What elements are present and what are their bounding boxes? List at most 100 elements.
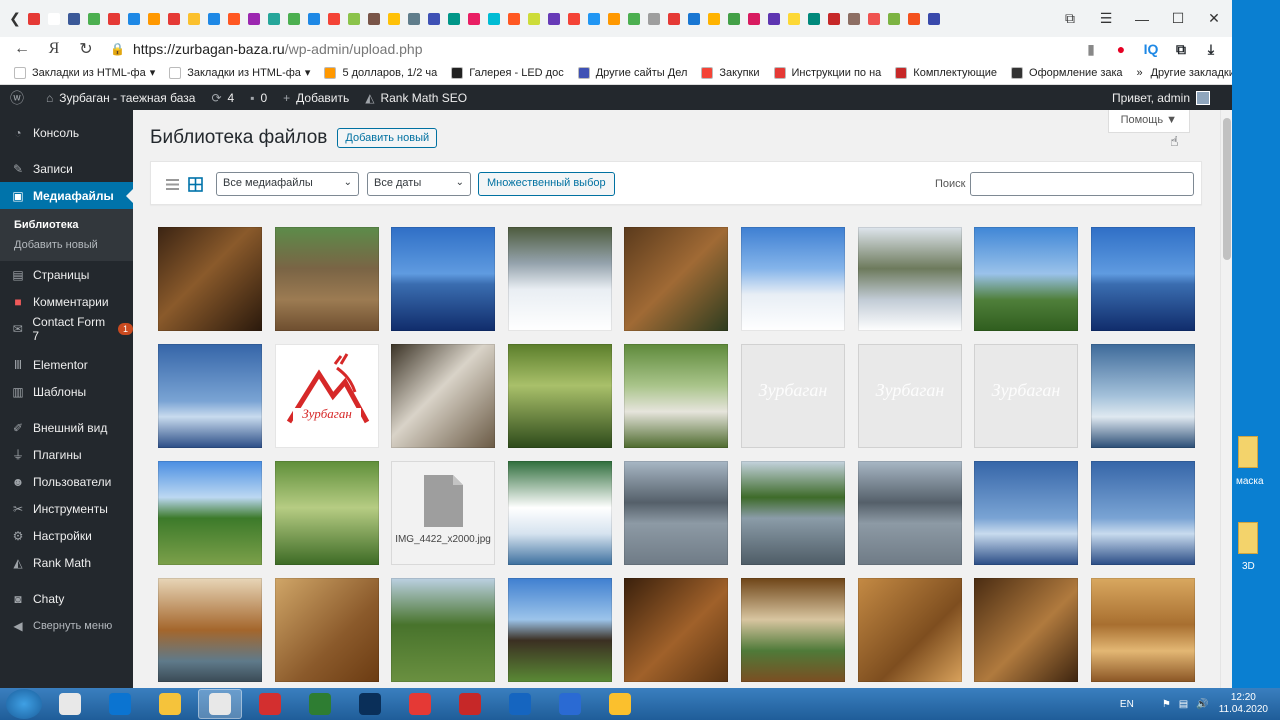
submenu-library[interactable]: Библиотека bbox=[0, 215, 133, 235]
tab-favicon-icon[interactable] bbox=[608, 12, 620, 25]
media-thumbnail[interactable] bbox=[275, 461, 379, 565]
tab-favicon-icon[interactable] bbox=[788, 12, 800, 25]
media-thumbnail[interactable] bbox=[158, 344, 262, 448]
media-thumbnail[interactable]: IMG_4422_x2000.jpg bbox=[391, 461, 495, 565]
tab-favicon-icon[interactable] bbox=[28, 12, 40, 25]
tabs-scroll-left-icon[interactable]: ❮ bbox=[6, 10, 24, 27]
taskbar-app-button[interactable] bbox=[98, 689, 142, 719]
back-icon[interactable]: ← bbox=[6, 40, 38, 58]
media-thumbnail[interactable] bbox=[275, 227, 379, 331]
media-thumbnail[interactable] bbox=[391, 578, 495, 682]
tab-favicon-icon[interactable] bbox=[808, 12, 820, 25]
search-input[interactable] bbox=[970, 172, 1194, 196]
tab-favicon-icon[interactable] bbox=[548, 12, 560, 25]
tab-favicon-icon[interactable] bbox=[228, 12, 240, 25]
collapse-menu-button[interactable]: ◀ Свернуть меню bbox=[0, 612, 133, 639]
clock[interactable]: 12:20 11.04.2020 bbox=[1219, 692, 1268, 716]
menu-icon[interactable]: ☰ bbox=[1088, 10, 1124, 27]
tab-favicon-icon[interactable] bbox=[508, 12, 520, 25]
bookmark-icon[interactable]: ▮ bbox=[1076, 41, 1106, 58]
media-thumbnail[interactable] bbox=[508, 227, 612, 331]
taskbar-app-button[interactable] bbox=[198, 689, 242, 719]
media-thumbnail[interactable] bbox=[741, 578, 845, 682]
media-thumbnail[interactable]: Зурбаган bbox=[275, 344, 379, 448]
bulk-select-button[interactable]: Множественный выбор bbox=[478, 172, 615, 196]
minimize-icon[interactable]: — bbox=[1124, 11, 1160, 27]
tab-favicon-icon[interactable] bbox=[328, 12, 340, 25]
maximize-icon[interactable]: ☐ bbox=[1160, 10, 1196, 27]
tab-favicon-icon[interactable] bbox=[628, 12, 640, 25]
folder-icon[interactable] bbox=[1238, 436, 1258, 468]
sidebar-item-pages[interactable]: ▤ Страницы bbox=[0, 261, 133, 288]
media-thumbnail[interactable] bbox=[508, 578, 612, 682]
media-thumbnail[interactable] bbox=[508, 461, 612, 565]
tab-favicon-icon[interactable] bbox=[928, 12, 940, 25]
tab-favicon-icon[interactable] bbox=[888, 12, 900, 25]
submenu-add-new[interactable]: Добавить новый bbox=[0, 235, 133, 255]
iq-icon[interactable]: IQ bbox=[1136, 41, 1166, 57]
tab-favicon-icon[interactable] bbox=[908, 12, 920, 25]
tab-favicon-icon[interactable] bbox=[68, 12, 80, 25]
tab-favicon-icon[interactable] bbox=[688, 12, 700, 25]
tab-favicon-icon[interactable] bbox=[868, 12, 880, 25]
tab-favicon-icon[interactable] bbox=[48, 12, 60, 25]
taskbar-app-button[interactable] bbox=[248, 689, 292, 719]
media-thumbnail[interactable] bbox=[624, 227, 728, 331]
taskbar-app-button[interactable] bbox=[448, 689, 492, 719]
sidebar-item-chaty[interactable]: ◙ Chaty bbox=[0, 585, 133, 612]
restore-tabs-icon[interactable]: ⧉ bbox=[1052, 10, 1088, 27]
sidebar-item-comments[interactable]: ■ Комментарии bbox=[0, 288, 133, 315]
other-bookmarks[interactable]: Другие закладки bbox=[1151, 67, 1232, 79]
sidebar-item-settings[interactable]: ⚙ Настройки bbox=[0, 522, 133, 549]
add-new-button[interactable]: Добавить новый bbox=[337, 128, 438, 148]
media-thumbnail[interactable] bbox=[391, 227, 495, 331]
list-view-icon[interactable] bbox=[165, 177, 180, 192]
tab-favicon-icon[interactable] bbox=[528, 12, 540, 25]
media-thumbnail[interactable] bbox=[158, 578, 262, 682]
tab-favicon-icon[interactable] bbox=[828, 12, 840, 25]
taskbar-app-button[interactable] bbox=[548, 689, 592, 719]
sidebar-item-console[interactable]: ◔ Консоль bbox=[0, 119, 133, 146]
updates-link[interactable]: ⟳ 4 bbox=[211, 91, 234, 105]
media-thumbnail[interactable] bbox=[275, 578, 379, 682]
media-thumbnail[interactable] bbox=[741, 227, 845, 331]
wordpress-logo-icon[interactable]: ⓦ bbox=[10, 88, 30, 108]
taskbar-app-button[interactable] bbox=[348, 689, 392, 719]
sidebar-item-templates[interactable]: ▥ Шаблоны bbox=[0, 378, 133, 405]
language-indicator[interactable]: EN bbox=[1120, 699, 1134, 710]
bookmark-item[interactable]: Закладки из HTML-фа ▾ bbox=[14, 66, 155, 79]
site-name-link[interactable]: ⌂ Зурбаган - таежная база bbox=[46, 91, 195, 105]
media-thumbnail[interactable] bbox=[624, 344, 728, 448]
rank-math-seo-link[interactable]: ◭ Rank Math SEO bbox=[365, 91, 467, 105]
page-scrollbar[interactable] bbox=[1220, 110, 1232, 688]
yandex-icon[interactable]: Я bbox=[38, 40, 70, 58]
tab-favicon-icon[interactable] bbox=[768, 12, 780, 25]
bookmark-item[interactable]: Закладки из HTML-фа ▾ bbox=[169, 66, 310, 79]
start-button[interactable] bbox=[6, 689, 42, 719]
media-thumbnail[interactable]: Зурбаган bbox=[974, 344, 1078, 448]
tab-favicon-icon[interactable] bbox=[448, 12, 460, 25]
tab-favicon-icon[interactable] bbox=[668, 12, 680, 25]
bookmarks-more[interactable]: » bbox=[1136, 67, 1142, 79]
download-icon[interactable]: ⤓ bbox=[1196, 41, 1226, 58]
comments-link[interactable]: ▪ 0 bbox=[250, 91, 267, 105]
media-thumbnail[interactable] bbox=[158, 461, 262, 565]
tab-favicon-icon[interactable] bbox=[148, 12, 160, 25]
tab-favicon-icon[interactable] bbox=[368, 12, 380, 25]
close-icon[interactable]: ✕ bbox=[1196, 10, 1232, 27]
extension-icon[interactable]: ⧉ bbox=[1166, 41, 1196, 58]
media-thumbnail[interactable]: Зурбаган bbox=[741, 344, 845, 448]
media-thumbnail[interactable] bbox=[391, 344, 495, 448]
taskbar-app-button[interactable] bbox=[398, 689, 442, 719]
tab-favicon-icon[interactable] bbox=[568, 12, 580, 25]
tab-favicon-icon[interactable] bbox=[168, 12, 180, 25]
sidebar-item-elementor[interactable]: Ⅲ Elementor bbox=[0, 351, 133, 378]
tab-favicon-icon[interactable] bbox=[108, 12, 120, 25]
tab-favicon-icon[interactable] bbox=[588, 12, 600, 25]
sidebar-item-posts[interactable]: ✎ Записи bbox=[0, 155, 133, 182]
tab-favicon-icon[interactable] bbox=[268, 12, 280, 25]
taskbar-app-button[interactable] bbox=[148, 689, 192, 719]
media-thumbnail[interactable] bbox=[158, 227, 262, 331]
tab-favicon-icon[interactable] bbox=[428, 12, 440, 25]
media-thumbnail[interactable] bbox=[1091, 461, 1195, 565]
